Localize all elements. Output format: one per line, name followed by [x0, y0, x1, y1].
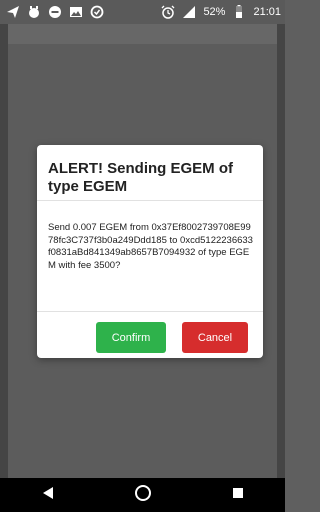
dialog-message: Send 0.007 EGEM from 0x37Ef8002739708E99…: [48, 222, 253, 272]
recents-icon: [231, 486, 245, 505]
status-bar: 52% 21:01: [0, 0, 285, 24]
battery-icon: [232, 5, 246, 19]
clock: 21:01: [253, 6, 281, 18]
dimmed-app-header: [8, 24, 277, 44]
alert-dialog: ALERT! Sending EGEM of type EGEM Send 0.…: [37, 145, 263, 358]
dialog-title: ALERT! Sending EGEM of type EGEM: [48, 160, 233, 195]
home-button[interactable]: [123, 480, 163, 510]
cancel-button[interactable]: Cancel: [182, 322, 248, 353]
dialog-body: Send 0.007 EGEM from 0x37Ef8002739708E99…: [37, 202, 263, 271]
status-left-icons: [6, 5, 104, 19]
shield-icon: [90, 5, 104, 19]
battery-level: 52%: [203, 6, 226, 18]
confirm-button[interactable]: Confirm: [96, 322, 166, 353]
face-icon: [27, 5, 41, 19]
back-icon: [41, 486, 55, 505]
minus-circle-icon: [48, 5, 62, 19]
signal-icon: [182, 5, 196, 19]
status-right-icons: 52% 21:01: [161, 5, 281, 19]
home-icon: [134, 484, 152, 507]
alarm-icon: [161, 5, 175, 19]
left-edge: [0, 24, 8, 478]
right-edge: [277, 24, 285, 478]
navigation-bar: [0, 478, 285, 512]
dialog-divider: [37, 311, 263, 312]
recents-button[interactable]: [218, 480, 258, 510]
dialog-header: ALERT! Sending EGEM of type EGEM: [37, 145, 263, 201]
send-icon: [6, 5, 20, 19]
image-icon: [69, 5, 83, 19]
back-button[interactable]: [28, 480, 68, 510]
